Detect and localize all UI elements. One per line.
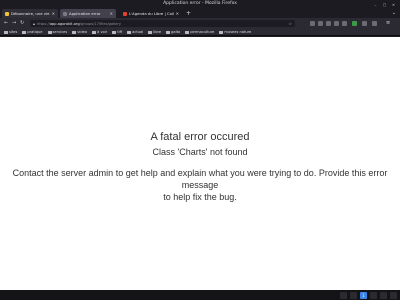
folder-icon	[185, 30, 190, 34]
error-message: Contact the server admin to get help and…	[0, 167, 400, 203]
navigation-toolbar: ← → ↻ 🔒︎ https://app.agorakit.org/groups…	[0, 18, 400, 29]
maximize-icon[interactable]: □	[382, 2, 387, 7]
taskbar-app-icon[interactable]	[340, 291, 347, 299]
green-extension-icon[interactable]	[352, 21, 357, 26]
tab-application-error[interactable]: Application error ✕	[60, 9, 116, 18]
back-icon[interactable]: ←	[4, 20, 8, 26]
extension-icon[interactable]	[310, 21, 315, 26]
bookmark-star-icon[interactable]: ☆	[288, 21, 292, 26]
folder-icon	[92, 30, 97, 34]
agenda-favicon-icon	[123, 11, 127, 16]
url-bar[interactable]: 🔒︎ https://app.agorakit.org/groups/17/fi…	[30, 20, 295, 27]
workspace-indicator[interactable]: 1	[360, 291, 367, 299]
close-tab-icon[interactable]: ✕	[52, 11, 55, 16]
bookmark-folder[interactable]: tiff	[112, 30, 122, 34]
url-text: https://app.agorakit.org/groups/17/files…	[36, 21, 121, 26]
bookmarks-toolbar: sites pratique services video à voir tif…	[0, 29, 400, 36]
bookmark-folder[interactable]: sites	[4, 30, 17, 34]
folder-icon	[127, 30, 132, 34]
window-title: Application error - Mozilla Firefox	[163, 1, 237, 6]
extension-icon[interactable]	[362, 21, 367, 26]
folder-icon	[22, 30, 27, 34]
taskbar-app-icon[interactable]	[390, 291, 397, 299]
bookmark-folder[interactable]: pratique	[22, 30, 43, 34]
close-window-icon[interactable]: ✕	[391, 2, 396, 7]
extension-icon[interactable]	[334, 21, 339, 26]
folder-icon	[148, 30, 153, 34]
error-message-line: Contact the server admin to get help and…	[12, 168, 388, 190]
extension-icon[interactable]	[372, 21, 377, 26]
tab-agenda-du-libre[interactable]: L'Agenda du Libre | Coll.G ... ✕	[120, 9, 182, 18]
reload-icon[interactable]: ↻	[20, 20, 24, 26]
folder-icon	[72, 30, 77, 34]
bookmark-folder[interactable]: libre	[148, 30, 161, 34]
minimize-icon[interactable]: –	[373, 2, 378, 7]
extension-icon[interactable]	[326, 21, 331, 26]
forward-icon[interactable]: →	[12, 20, 16, 26]
folder-icon	[47, 30, 52, 34]
tab-list-chevron-icon[interactable]: ⌄	[392, 10, 396, 16]
new-tab-icon[interactable]: +	[186, 10, 191, 17]
error-subtitle: Class 'Charts' not found	[152, 147, 248, 157]
bookmark-folder[interactable]: actual	[127, 30, 143, 34]
bookmark-folder[interactable]: services	[47, 30, 67, 34]
close-tab-icon[interactable]: ✕	[110, 11, 113, 16]
tab-label: Application error	[69, 11, 101, 16]
taskbar-app-icon[interactable]	[350, 291, 357, 299]
error-message-line: to help fix the bug.	[163, 192, 237, 202]
page-favicon-icon	[63, 11, 67, 16]
tab-bar: Débonnaire, une vie parfois ... ✕ Applic…	[0, 9, 400, 18]
taskbar-app-icon[interactable]	[380, 291, 387, 299]
menu-hamburger-icon[interactable]: ≡	[386, 20, 390, 26]
window-titlebar: Application error - Mozilla Firefox – □ …	[0, 0, 400, 9]
page-content: A fatal error occured Class 'Charts' not…	[0, 37, 400, 290]
folder-icon	[112, 30, 117, 34]
extension-icon[interactable]	[342, 21, 347, 26]
error-title: A fatal error occured	[150, 131, 250, 143]
bookmark-folder[interactable]: video	[72, 30, 87, 34]
folder-icon	[219, 30, 224, 34]
lock-icon: 🔒︎	[33, 21, 35, 26]
bookmark-folder[interactable]: à voir	[92, 30, 107, 34]
folder-icon	[4, 30, 8, 34]
bookmark-folder[interactable]: gaita	[166, 30, 180, 34]
tab-debonnaire[interactable]: Débonnaire, une vie parfois ... ✕	[2, 9, 58, 18]
tab-label: L'Agenda du Libre | Coll.G ...	[129, 11, 174, 16]
desktop-taskbar: 1	[0, 290, 400, 300]
taskbar-app-icon[interactable]	[370, 291, 377, 299]
bookmark-folder[interactable]: permaculture	[185, 30, 214, 34]
extension-icon[interactable]	[318, 21, 323, 26]
bookmark-folder[interactable]: musees nature	[219, 30, 251, 34]
folder-favicon-icon	[5, 11, 9, 16]
tab-label: Débonnaire, une vie parfois ...	[11, 11, 50, 16]
close-tab-icon[interactable]: ✕	[176, 11, 179, 16]
folder-icon	[166, 30, 171, 34]
